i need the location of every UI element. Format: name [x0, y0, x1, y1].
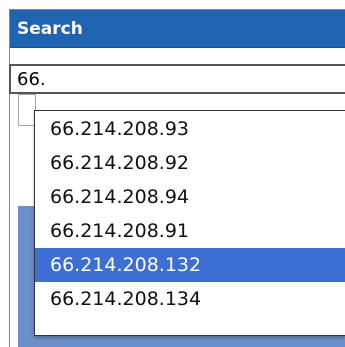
panel-header: Search — [10, 10, 345, 48]
suggestion-item[interactable]: 66.214.208.92 — [35, 146, 345, 180]
autocomplete-dropdown: 66.214.208.93 66.214.208.92 66.214.208.9… — [34, 110, 345, 336]
suggestion-item-selected[interactable]: 66.214.208.132 — [35, 248, 345, 282]
suggestion-item[interactable]: 66.214.208.91 — [35, 214, 345, 248]
suggestion-item[interactable]: 66.214.208.93 — [35, 112, 345, 146]
panel-title: Search — [17, 19, 83, 39]
search-input[interactable] — [9, 64, 345, 94]
suggestion-item[interactable]: 66.214.208.94 — [35, 180, 345, 214]
suggestion-item[interactable]: 66.214.208.134 — [35, 282, 345, 316]
